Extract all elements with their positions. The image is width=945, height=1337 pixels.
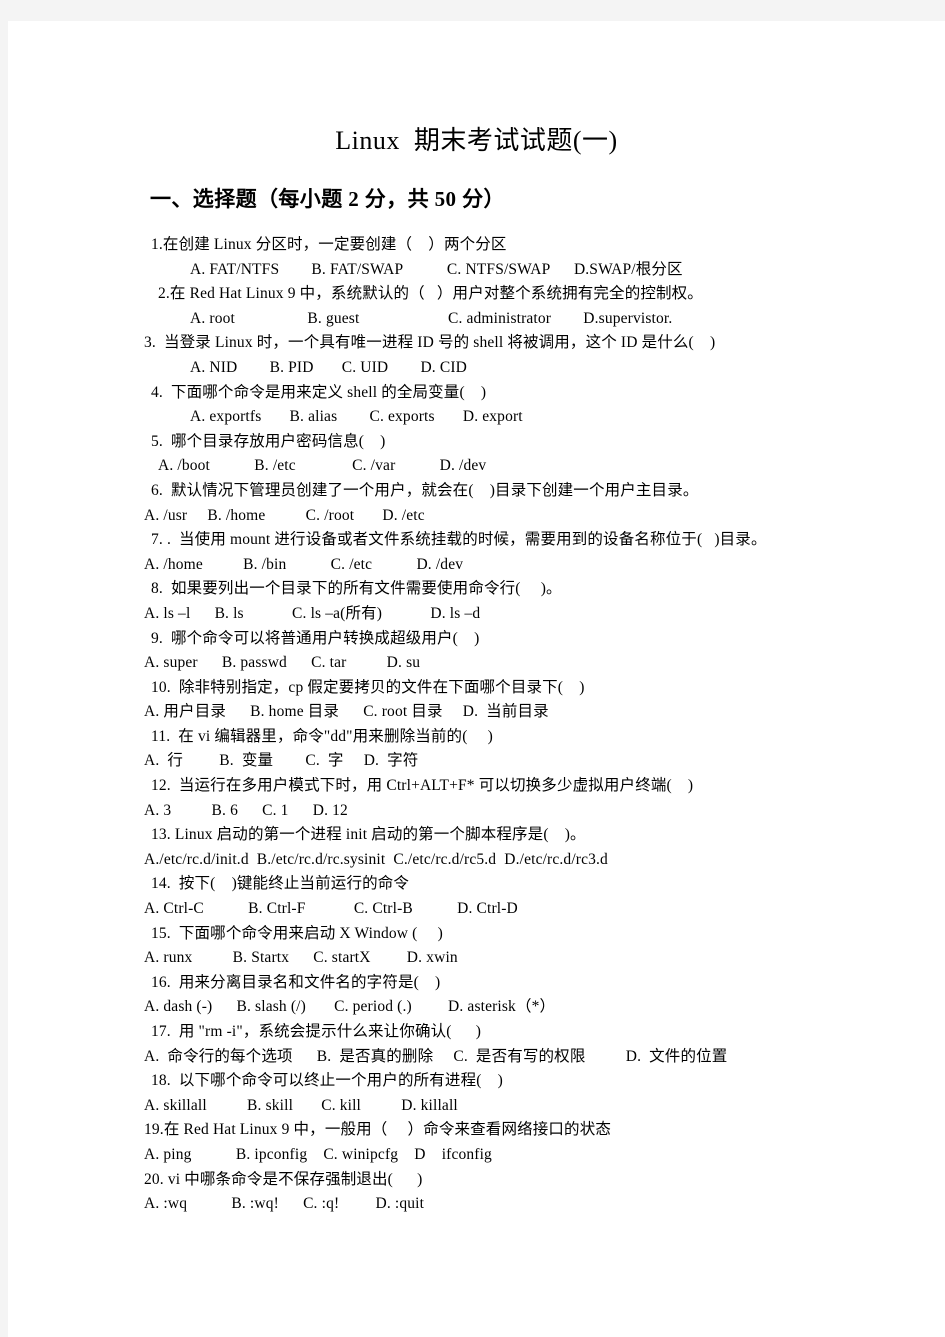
- question-options[interactable]: A. ping B. ipconfig C. winipcfg D ifconf…: [8, 1143, 945, 1168]
- question-item: 12. 当运行在多用户模式下时，用 Ctrl+ALT+F* 可以切换多少虚拟用户…: [8, 774, 945, 823]
- question-item: 16. 用来分离目录名和文件名的字符是( ) A. dash (-) B. sla…: [8, 971, 945, 1020]
- question-item: 3. 当登录 Linux 时，一个具有唯一进程 ID 号的 shell 将被调用…: [8, 331, 945, 380]
- document-page: Linux 期末考试试题(一) 一、选择题（每小题 2 分，共 50 分） 1.…: [8, 21, 945, 1337]
- question-stem: 10. 除非特别指定，cp 假定要拷贝的文件在下面哪个目录下( ): [151, 678, 585, 696]
- question-stem: 20. vi 中哪条命令是不保存强制退出( ): [144, 1170, 423, 1188]
- question-stem: 4. 下面哪个命令是用来定义 shell 的全局变量( ): [151, 383, 487, 401]
- question-item: 2.在 Red Hat Linux 9 中，系统默认的（ ）用户对整个系统拥有完…: [8, 282, 945, 331]
- question-stem: 19.在 Red Hat Linux 9 中，一般用（ ）命令来查看网络接口的状…: [144, 1121, 611, 1139]
- question-options[interactable]: A. 用户目录 B. home 目录 C. root 目录 D. 当前目录: [8, 700, 945, 725]
- question-options[interactable]: A. dash (-) B. slash (/) C. period (.) D…: [8, 995, 945, 1020]
- question-options[interactable]: A. runx B. Startx C. startX D. xwin: [8, 946, 945, 971]
- question-item: 5. 哪个目录存放用户密码信息( ) A. /boot B. /etc C. /v…: [8, 430, 945, 479]
- question-list: 1.在创建 Linux 分区时，一定要创建（ ）两个分区 A. FAT/NTFS …: [8, 233, 945, 1217]
- question-stem: 9. 哪个命令可以将普通用户转换成超级用户( ): [151, 629, 480, 647]
- question-options[interactable]: A. root B. guest C. administrator D.supe…: [8, 307, 945, 332]
- question-options[interactable]: A./etc/rc.d/init.d B./etc/rc.d/rc.sysini…: [8, 848, 945, 873]
- question-stem: 15. 下面哪个命令用来启动 X Window ( ): [151, 924, 443, 942]
- question-options[interactable]: A. ls –l B. ls C. ls –a(所有) D. ls –d: [8, 602, 945, 627]
- question-stem: 5. 哪个目录存放用户密码信息( ): [151, 432, 386, 450]
- question-stem: 7. . 当使用 mount 进行设备或者文件系统挂载的时候，需要用到的设备名称…: [151, 531, 767, 549]
- question-item: 14. 按下( )键能终止当前运行的命令 A. Ctrl-C B. Ctrl-F …: [8, 872, 945, 921]
- question-item: 9. 哪个命令可以将普通用户转换成超级用户( ) A. super B. pass…: [8, 627, 945, 676]
- question-options[interactable]: A. 命令行的每个选项 B. 是否真的删除 C. 是否有写的权限 D. 文件的位…: [8, 1045, 945, 1070]
- question-item: 7. . 当使用 mount 进行设备或者文件系统挂载的时候，需要用到的设备名称…: [8, 528, 945, 577]
- question-stem: 11. 在 vi 编辑器里，命令"dd"用来删除当前的( ): [151, 727, 493, 745]
- page-background: Linux 期末考试试题(一) 一、选择题（每小题 2 分，共 50 分） 1.…: [0, 0, 945, 1337]
- question-stem: 16. 用来分离目录名和文件名的字符是( ): [151, 973, 441, 991]
- question-stem: 14. 按下( )键能终止当前运行的命令: [151, 875, 410, 893]
- question-stem: 12. 当运行在多用户模式下时，用 Ctrl+ALT+F* 可以切换多少虚拟用户…: [151, 777, 694, 795]
- document-body: Linux 期末考试试题(一) 一、选择题（每小题 2 分，共 50 分） 1.…: [8, 21, 945, 1337]
- question-options[interactable]: A. :wq B. :wq! C. :q! D. :quit: [8, 1192, 945, 1217]
- page-title: Linux 期末考试试题(一): [335, 126, 618, 155]
- section-heading-multiple-choice: 一、选择题（每小题 2 分，共 50 分）: [150, 187, 505, 211]
- question-options[interactable]: A. exportfs B. alias C. exports D. expor…: [8, 405, 945, 430]
- question-options[interactable]: A. super B. passwd C. tar D. su: [8, 651, 945, 676]
- question-options[interactable]: A. /boot B. /etc C. /var D. /dev: [8, 454, 945, 479]
- question-item: 11. 在 vi 编辑器里，命令"dd"用来删除当前的( ) A. 行 B. 变量…: [8, 725, 945, 774]
- question-options[interactable]: A. skillall B. skill C. kill D. killall: [8, 1094, 945, 1119]
- question-item: 8. 如果要列出一个目录下的所有文件需要使用命令行( )。 A. ls –l B.…: [8, 577, 945, 626]
- question-item: 18. 以下哪个命令可以终止一个用户的所有进程( ) A. skillall B.…: [8, 1069, 945, 1118]
- question-stem: 13. Linux 启动的第一个进程 init 启动的第一个脚本程序是( )。: [151, 826, 586, 844]
- question-item: 10. 除非特别指定，cp 假定要拷贝的文件在下面哪个目录下( ) A. 用户目录…: [8, 676, 945, 725]
- question-stem: 2.在 Red Hat Linux 9 中，系统默认的（ ）用户对整个系统拥有完…: [158, 285, 703, 303]
- question-options[interactable]: A. 行 B. 变量 C. 字 D. 字符: [8, 749, 945, 774]
- question-stem: 6. 默认情况下管理员创建了一个用户，就会在( )目录下创建一个用户主目录。: [151, 481, 699, 499]
- question-item: 17. 用 "rm -i"，系统会提示什么来让你确认( ) A. 命令行的每个选项…: [8, 1020, 945, 1069]
- question-stem: 1.在创建 Linux 分区时，一定要创建（ ）两个分区: [151, 236, 507, 253]
- question-item: 20. vi 中哪条命令是不保存强制退出( ) A. :wq B. :wq! C.…: [8, 1168, 945, 1217]
- question-options[interactable]: A. /usr B. /home C. /root D. /etc: [8, 504, 945, 529]
- question-stem: 18. 以下哪个命令可以终止一个用户的所有进程( ): [151, 1072, 503, 1090]
- question-item: 4. 下面哪个命令是用来定义 shell 的全局变量( ) A. exportfs…: [8, 381, 945, 430]
- question-item: 1.在创建 Linux 分区时，一定要创建（ ）两个分区 A. FAT/NTFS …: [8, 233, 945, 282]
- question-stem: 3. 当登录 Linux 时，一个具有唯一进程 ID 号的 shell 将被调用…: [144, 334, 716, 352]
- question-options[interactable]: A. /home B. /bin C. /etc D. /dev: [8, 553, 945, 578]
- question-stem: 8. 如果要列出一个目录下的所有文件需要使用命令行( )。: [151, 580, 562, 598]
- question-options[interactable]: A. NID B. PID C. UID D. CID: [8, 356, 945, 381]
- question-stem: 17. 用 "rm -i"，系统会提示什么来让你确认( ): [151, 1023, 482, 1040]
- question-options[interactable]: A. Ctrl-C B. Ctrl-F C. Ctrl-B D. Ctrl-D: [8, 897, 945, 922]
- question-item: 13. Linux 启动的第一个进程 init 启动的第一个脚本程序是( )。 A…: [8, 823, 945, 872]
- question-item: 15. 下面哪个命令用来启动 X Window ( ) A. runx B. St…: [8, 922, 945, 971]
- question-item: 6. 默认情况下管理员创建了一个用户，就会在( )目录下创建一个用户主目录。 A.…: [8, 479, 945, 528]
- question-item: 19.在 Red Hat Linux 9 中，一般用（ ）命令来查看网络接口的状…: [8, 1118, 945, 1167]
- question-options[interactable]: A. FAT/NTFS B. FAT/SWAP C. NTFS/SWAP D.S…: [8, 258, 945, 283]
- question-options[interactable]: A. 3 B. 6 C. 1 D. 12: [8, 799, 945, 824]
